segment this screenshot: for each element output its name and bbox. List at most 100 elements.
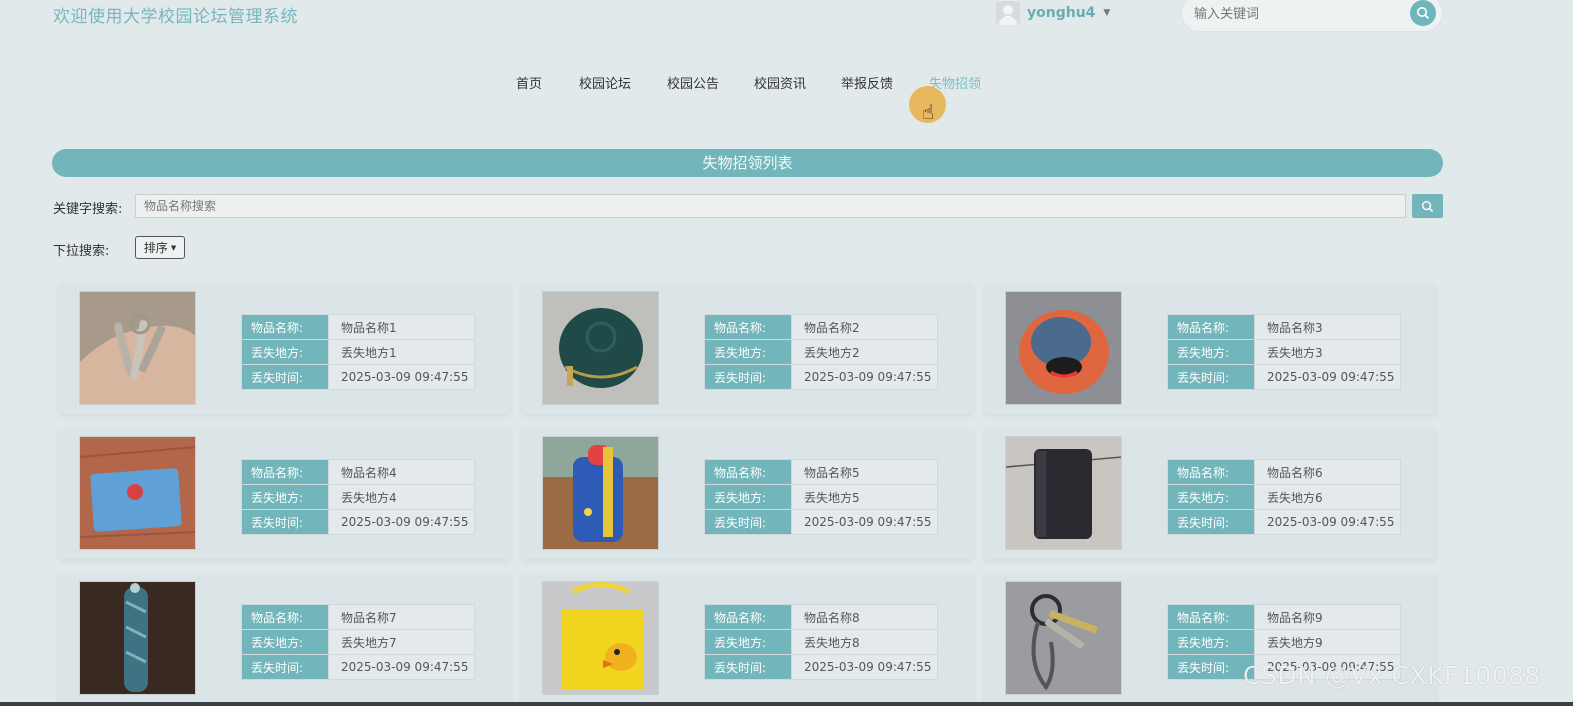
nav-item-notice[interactable]: 校园公告 bbox=[667, 73, 719, 92]
item-place-label: 丢失地方: bbox=[704, 484, 792, 510]
item-place-label: 丢失地方: bbox=[1167, 629, 1255, 655]
item-info-table: 物品名称: 物品名称7 丢失地方: 丢失地方7 丢失时间: 2025-03-09 09… bbox=[241, 604, 475, 680]
item-name: 物品名称2 bbox=[791, 314, 938, 340]
top-search-input[interactable] bbox=[1192, 3, 1406, 25]
item-time-label: 丢失时间: bbox=[1167, 654, 1255, 680]
top-search-box bbox=[1181, 0, 1443, 32]
item-place: 丢失地方9 bbox=[1254, 629, 1401, 655]
item-time-label: 丢失时间: bbox=[704, 364, 792, 390]
lost-item-card[interactable]: 物品名称: 物品名称4 丢失地方: 丢失地方4 丢失时间: 2025-03-09 09… bbox=[59, 429, 510, 559]
nav-item-forum[interactable]: 校园论坛 bbox=[579, 73, 631, 92]
item-time: 2025-03-09 09:47:55 bbox=[791, 364, 938, 390]
item-name-label: 物品名称: bbox=[704, 314, 792, 340]
lost-item-card[interactable]: 物品名称: 物品名称5 丢失地方: 丢失地方5 丢失时间: 2025-03-09 09… bbox=[522, 429, 973, 559]
dropdown-search-label: 下拉搜索: bbox=[53, 244, 110, 259]
item-time: 2025-03-09 09:47:55 bbox=[328, 509, 475, 535]
item-name: 物品名称5 bbox=[791, 459, 938, 485]
item-time-label: 丢失时间: bbox=[241, 364, 329, 390]
lost-item-card[interactable]: 物品名称: 物品名称2 丢失地方: 丢失地方2 丢失时间: 2025-03-09 09… bbox=[522, 284, 973, 414]
item-photo-keychain[interactable] bbox=[1005, 581, 1122, 695]
item-name-label: 物品名称: bbox=[1167, 604, 1255, 630]
item-photo-black-wallet[interactable] bbox=[1005, 436, 1122, 550]
main-nav: 首页 校园论坛 校园公告 校园资讯 举报反馈 失物招领 bbox=[0, 73, 1573, 93]
item-name: 物品名称8 bbox=[791, 604, 938, 630]
lost-item-card[interactable]: 物品名称: 物品名称8 丢失地方: 丢失地方8 丢失时间: 2025-03-09 09… bbox=[522, 574, 973, 704]
item-info-table: 物品名称: 物品名称4 丢失地方: 丢失地方4 丢失时间: 2025-03-09 09… bbox=[241, 459, 475, 535]
item-place: 丢失地方3 bbox=[1254, 339, 1401, 365]
caret-down-icon: ▼ bbox=[170, 243, 177, 252]
search-icon bbox=[1421, 200, 1434, 212]
keyword-search-label: 关键字搜索: bbox=[53, 202, 123, 217]
item-place-label: 丢失地方: bbox=[1167, 339, 1255, 365]
hand-cursor-icon: ☝ bbox=[922, 100, 935, 124]
item-photo-folded-umbrella[interactable] bbox=[79, 581, 196, 695]
item-info-table: 物品名称: 物品名称1 丢失地方: 丢失地方1 丢失时间: 2025-03-09 09… bbox=[241, 314, 475, 390]
item-place-label: 丢失地方: bbox=[704, 629, 792, 655]
item-name: 物品名称3 bbox=[1254, 314, 1401, 340]
search-icon[interactable] bbox=[1410, 0, 1436, 26]
lost-item-card[interactable]: 物品名称: 物品名称7 丢失地方: 丢失地方7 丢失时间: 2025-03-09 09… bbox=[59, 574, 510, 704]
item-time-label: 丢失时间: bbox=[1167, 364, 1255, 390]
item-place: 丢失地方1 bbox=[328, 339, 475, 365]
item-time-label: 丢失时间: bbox=[1167, 509, 1255, 535]
item-time: 2025-03-09 09:47:55 bbox=[328, 654, 475, 680]
item-photo-yellow-duck-bag[interactable] bbox=[542, 581, 659, 695]
item-name-label: 物品名称: bbox=[241, 604, 329, 630]
item-name: 物品名称9 bbox=[1254, 604, 1401, 630]
item-info-table: 物品名称: 物品名称6 丢失地方: 丢失地方6 丢失时间: 2025-03-09 09… bbox=[1167, 459, 1401, 535]
user-name[interactable]: yonghu4 bbox=[1027, 5, 1095, 21]
nav-item-report[interactable]: 举报反馈 bbox=[841, 73, 893, 92]
item-time-label: 丢失时间: bbox=[241, 509, 329, 535]
item-place: 丢失地方7 bbox=[328, 629, 475, 655]
item-place-label: 丢失地方: bbox=[704, 339, 792, 365]
item-time-label: 丢失时间: bbox=[241, 654, 329, 680]
item-photo-green-coin-purse[interactable] bbox=[542, 291, 659, 405]
item-info-table: 物品名称: 物品名称3 丢失地方: 丢失地方3 丢失时间: 2025-03-09 09… bbox=[1167, 314, 1401, 390]
item-place-label: 丢失地方: bbox=[241, 339, 329, 365]
item-name-label: 物品名称: bbox=[1167, 314, 1255, 340]
item-time: 2025-03-09 09:47:55 bbox=[791, 654, 938, 680]
item-photo-kids-water-bottle[interactable] bbox=[542, 436, 659, 550]
window-bottom-edge bbox=[0, 702, 1573, 706]
item-name: 物品名称6 bbox=[1254, 459, 1401, 485]
item-info-table: 物品名称: 物品名称8 丢失地方: 丢失地方8 丢失时间: 2025-03-09 09… bbox=[704, 604, 938, 680]
item-info-table: 物品名称: 物品名称5 丢失地方: 丢失地方5 丢失时间: 2025-03-09 09… bbox=[704, 459, 938, 535]
item-place: 丢失地方4 bbox=[328, 484, 475, 510]
item-place-label: 丢失地方: bbox=[241, 629, 329, 655]
item-name: 物品名称7 bbox=[328, 604, 475, 630]
item-name-label: 物品名称: bbox=[1167, 459, 1255, 485]
sort-dropdown-label: 排序 bbox=[143, 241, 168, 255]
item-place: 丢失地方8 bbox=[791, 629, 938, 655]
nav-item-home[interactable]: 首页 bbox=[516, 73, 542, 92]
item-name: 物品名称1 bbox=[328, 314, 475, 340]
item-place: 丢失地方5 bbox=[791, 484, 938, 510]
lost-item-card[interactable]: 物品名称: 物品名称3 丢失地方: 丢失地方3 丢失时间: 2025-03-09 09… bbox=[985, 284, 1436, 414]
item-photo-keys-in-hand[interactable] bbox=[79, 291, 196, 405]
lost-item-card[interactable]: 物品名称: 物品名称6 丢失地方: 丢失地方6 丢失时间: 2025-03-09 09… bbox=[985, 429, 1436, 559]
item-time: 2025-03-09 09:47:55 bbox=[328, 364, 475, 390]
item-name-label: 物品名称: bbox=[241, 459, 329, 485]
item-photo-orange-cap[interactable] bbox=[1005, 291, 1122, 405]
keyword-search-input[interactable] bbox=[135, 194, 1406, 218]
item-photo-blue-id-card[interactable] bbox=[79, 436, 196, 550]
keyword-search-button[interactable] bbox=[1412, 194, 1443, 218]
item-time: 2025-03-09 09:47:55 bbox=[1254, 364, 1401, 390]
lost-item-card[interactable]: 物品名称: 物品名称1 丢失地方: 丢失地方1 丢失时间: 2025-03-09 09… bbox=[59, 284, 510, 414]
item-name-label: 物品名称: bbox=[704, 604, 792, 630]
item-place-label: 丢失地方: bbox=[1167, 484, 1255, 510]
nav-item-news[interactable]: 校园资讯 bbox=[754, 73, 806, 92]
item-time-label: 丢失时间: bbox=[704, 509, 792, 535]
watermark: CSDN @Vx CXKF10088 bbox=[1243, 661, 1541, 690]
avatar[interactable] bbox=[996, 1, 1020, 25]
user-menu[interactable]: yonghu4 ▼ bbox=[996, 0, 1110, 26]
sort-dropdown[interactable]: 排序 ▼ bbox=[135, 236, 185, 259]
site-title: 欢迎使用大学校园论坛管理系统 bbox=[53, 7, 298, 27]
item-name-label: 物品名称: bbox=[241, 314, 329, 340]
chevron-down-icon[interactable]: ▼ bbox=[1103, 8, 1110, 18]
item-name: 物品名称4 bbox=[328, 459, 475, 485]
item-time: 2025-03-09 09:47:55 bbox=[1254, 509, 1401, 535]
item-place: 丢失地方6 bbox=[1254, 484, 1401, 510]
item-info-table: 物品名称: 物品名称2 丢失地方: 丢失地方2 丢失时间: 2025-03-09 09… bbox=[704, 314, 938, 390]
item-time: 2025-03-09 09:47:55 bbox=[791, 509, 938, 535]
item-place: 丢失地方2 bbox=[791, 339, 938, 365]
